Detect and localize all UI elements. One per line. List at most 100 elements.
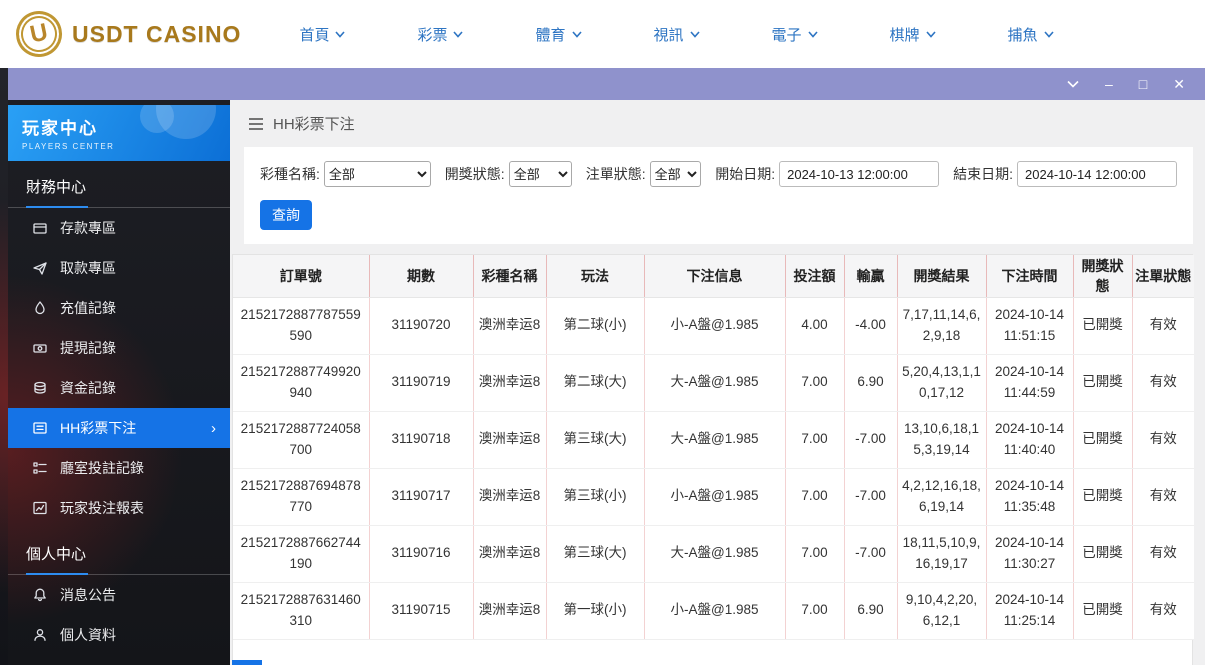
nav-item-cards[interactable]: 棋牌 <box>890 24 936 45</box>
window-minimize-icon[interactable]: – <box>1105 77 1113 91</box>
table-cell: 第三球(大) <box>546 411 644 468</box>
table-cell: 6.90 <box>844 354 897 411</box>
table-header-cell: 下注時間 <box>986 255 1073 297</box>
hall-record-icon <box>32 460 48 476</box>
end-date-label: 結束日期: <box>953 164 1013 184</box>
top-bar: U USDT CASINO 首頁 彩票 體育 視訊 電子 棋牌 捕魚 <box>0 0 1205 68</box>
sidebar-item-label: HH彩票下注 <box>60 418 136 438</box>
lottery-ticket-icon <box>32 420 48 436</box>
table-cell: 2024-10-14 11:30:27 <box>986 525 1073 582</box>
table-cell: 31190717 <box>369 468 473 525</box>
bets-table-container: 訂單號期數彩種名稱玩法下注信息投注額輸贏開獎結果下注時間開獎狀態注單狀態 215… <box>232 254 1193 665</box>
sidebar-item-label: 玩家投注報表 <box>60 498 144 518</box>
nav-item-lottery[interactable]: 彩票 <box>417 24 463 45</box>
sidebar-item-deposit[interactable]: 存款專區 <box>8 208 230 248</box>
brand-name: USDT CASINO <box>72 21 241 48</box>
table-header-cell: 開獎狀態 <box>1073 255 1132 297</box>
table-cell: 4,2,12,16,18,6,19,14 <box>897 468 986 525</box>
table-cell: 第一球(小) <box>546 582 644 639</box>
lottery-name-select[interactable]: 全部 <box>324 161 431 187</box>
table-row: 215217288772405870031190718澳洲幸运8第三球(大)大-… <box>233 411 1194 468</box>
chevron-down-icon <box>690 31 700 38</box>
player-center-window: – □ ✕ 玩家中心 PLAYERS CENTER 財務中心 存款專區 取款專區 <box>8 68 1205 665</box>
sidebar-item-label: 存款專區 <box>60 218 116 238</box>
nav-label: 電子 <box>772 24 802 45</box>
background-page-strip <box>0 68 8 665</box>
table-row: 215217288769487877031190717澳洲幸运8第三球(小)小-… <box>233 468 1194 525</box>
table-cell: 7.00 <box>785 468 844 525</box>
table-header-cell: 投注額 <box>785 255 844 297</box>
order-status-label: 注單狀態: <box>586 164 646 184</box>
sidebar-item-label: 資金記錄 <box>60 378 116 398</box>
search-button[interactable]: 查詢 <box>260 200 312 230</box>
table-row: 215217288774992094031190719澳洲幸运8第二球(大)大-… <box>233 354 1194 411</box>
sidebar-item-hall-bet-record[interactable]: 廳室投註記錄 <box>8 448 230 488</box>
table-cell: -7.00 <box>844 411 897 468</box>
sidebar-item-profile[interactable]: 個人資料 <box>8 615 230 655</box>
table-cell: 2024-10-14 11:40:40 <box>986 411 1073 468</box>
table-cell: 澳洲幸运8 <box>473 582 546 639</box>
sidebar-item-withdraw[interactable]: 取款專區 <box>8 248 230 288</box>
sidebar: 玩家中心 PLAYERS CENTER 財務中心 存款專區 取款專區 充值記錄 … <box>8 100 230 665</box>
sidebar-item-funds-record[interactable]: 資金記錄 <box>8 368 230 408</box>
window-close-icon[interactable]: ✕ <box>1173 77 1185 91</box>
horizontal-scrollbar-thumb[interactable] <box>232 660 262 665</box>
nav-item-home[interactable]: 首頁 <box>299 24 345 45</box>
start-date-label: 開始日期: <box>715 164 775 184</box>
sidebar-item-label: 提現記錄 <box>60 338 116 358</box>
brand: U USDT CASINO <box>16 11 241 57</box>
nav-item-slots[interactable]: 電子 <box>772 24 818 45</box>
nav-item-fishing[interactable]: 捕魚 <box>1008 24 1054 45</box>
table-cell: 有效 <box>1132 468 1194 525</box>
sidebar-item-cashout-record[interactable]: 提現記錄 <box>8 328 230 368</box>
table-cell: -4.00 <box>844 297 897 354</box>
table-cell: 2152172887724058700 <box>233 411 369 468</box>
table-cell: 已開獎 <box>1073 525 1132 582</box>
table-cell: 有效 <box>1132 582 1194 639</box>
nav-label: 棋牌 <box>890 24 920 45</box>
window-maximize-icon[interactable]: □ <box>1139 77 1147 91</box>
table-cell: 31190718 <box>369 411 473 468</box>
window-collapse-icon[interactable] <box>1067 80 1079 88</box>
sidebar-item-recharge-record[interactable]: 充值記錄 <box>8 288 230 328</box>
start-date-input[interactable] <box>779 161 939 187</box>
order-status-select[interactable]: 全部 <box>650 161 702 187</box>
table-cell: 13,10,6,18,15,3,19,14 <box>897 411 986 468</box>
section-header-finance: 財務中心 <box>8 161 230 208</box>
table-cell: 澳洲幸运8 <box>473 525 546 582</box>
nav-item-video[interactable]: 視訊 <box>654 24 700 45</box>
sidebar-subtitle: PLAYERS CENTER <box>22 142 216 151</box>
sidebar-item-announcements[interactable]: 消息公告 <box>8 575 230 615</box>
table-cell: 6.90 <box>844 582 897 639</box>
table-cell: 2152172887694878770 <box>233 468 369 525</box>
sidebar-item-label: 個人資料 <box>60 625 116 645</box>
recharge-icon <box>32 300 48 316</box>
table-cell: 31190719 <box>369 354 473 411</box>
table-cell: 大-A盤@1.985 <box>644 411 785 468</box>
end-date-input[interactable] <box>1017 161 1177 187</box>
table-cell: 澳洲幸运8 <box>473 354 546 411</box>
table-cell: 9,10,4,2,20,6,12,1 <box>897 582 986 639</box>
window-title-bar: – □ ✕ <box>8 68 1205 100</box>
table-cell: 已開獎 <box>1073 468 1132 525</box>
table-cell: 2152172887662744190 <box>233 525 369 582</box>
cashout-icon <box>32 340 48 356</box>
table-cell: 31190720 <box>369 297 473 354</box>
table-cell: 2024-10-14 11:51:15 <box>986 297 1073 354</box>
sidebar-item-player-bet-report[interactable]: 玩家投注報表 <box>8 488 230 528</box>
section-header-personal: 個人中心 <box>8 528 230 575</box>
table-cell: -7.00 <box>844 525 897 582</box>
sidebar-item-hh-lottery-bets[interactable]: HH彩票下注 › <box>8 408 230 448</box>
draw-status-select[interactable]: 全部 <box>509 161 572 187</box>
table-cell: 第三球(大) <box>546 525 644 582</box>
table-cell: 已開獎 <box>1073 582 1132 639</box>
nav-item-sports[interactable]: 體育 <box>535 24 581 45</box>
table-cell: 已開獎 <box>1073 297 1132 354</box>
table-cell: 第二球(大) <box>546 354 644 411</box>
table-cell: 7.00 <box>785 525 844 582</box>
deposit-icon <box>32 220 48 236</box>
table-cell: 小-A盤@1.985 <box>644 582 785 639</box>
nav-label: 視訊 <box>654 24 684 45</box>
main-content: HH彩票下注 彩種名稱: 全部 開獎狀態: 全部 注單狀態: 全部 <box>230 100 1205 665</box>
hamburger-menu-icon[interactable] <box>248 117 264 131</box>
